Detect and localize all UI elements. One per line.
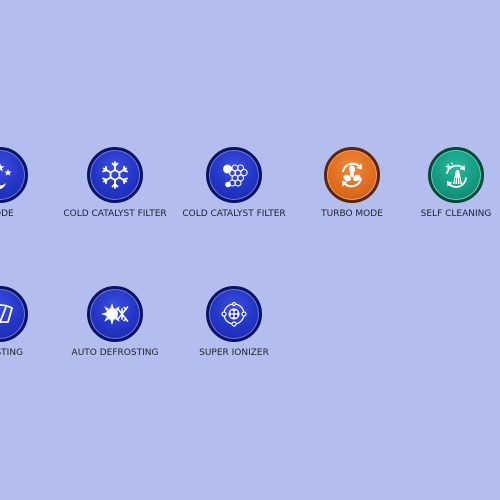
brush-rotate-icon xyxy=(444,162,467,188)
feature-label: COLD CATALYST FILTER xyxy=(63,209,167,219)
moon-stars-icon xyxy=(0,163,12,189)
ionizer-icon xyxy=(221,301,247,327)
super-ionizer-button[interactable] xyxy=(206,286,262,342)
feature-self-cleaning[interactable]: SELF CLEANING xyxy=(386,147,500,219)
auto-defrosting-button[interactable] xyxy=(87,286,143,342)
windshield-defrost-icon xyxy=(0,304,13,323)
turbo-mode-button[interactable] xyxy=(324,147,380,203)
feature-label: AUTO DEFROSTING xyxy=(71,348,159,358)
night-mode-button[interactable] xyxy=(0,147,28,203)
defrosting-button[interactable] xyxy=(0,286,28,342)
cold-catalyst-filter-2-button[interactable] xyxy=(206,147,262,203)
sun-snow-icon xyxy=(101,303,129,325)
feature-label: SUPER IONIZER xyxy=(199,348,269,358)
feature-label: MODE xyxy=(0,209,14,219)
feature-label: TURBO MODE xyxy=(321,209,383,219)
self-cleaning-button[interactable] xyxy=(428,147,484,203)
cold-catalyst-filter-button[interactable] xyxy=(87,147,143,203)
feature-label: COLD CATALYST FILTER xyxy=(182,209,286,219)
feature-label: SELF CLEANING xyxy=(420,209,492,219)
fan-rotate-icon xyxy=(342,162,362,188)
feature-icon-grid: MODE xyxy=(0,0,500,500)
feature-label: FROSTING xyxy=(0,348,24,358)
feature-super-ionizer[interactable]: SUPER IONIZER xyxy=(164,286,304,358)
molecule-cluster-icon xyxy=(223,164,248,188)
snowflake-icon xyxy=(102,161,128,189)
